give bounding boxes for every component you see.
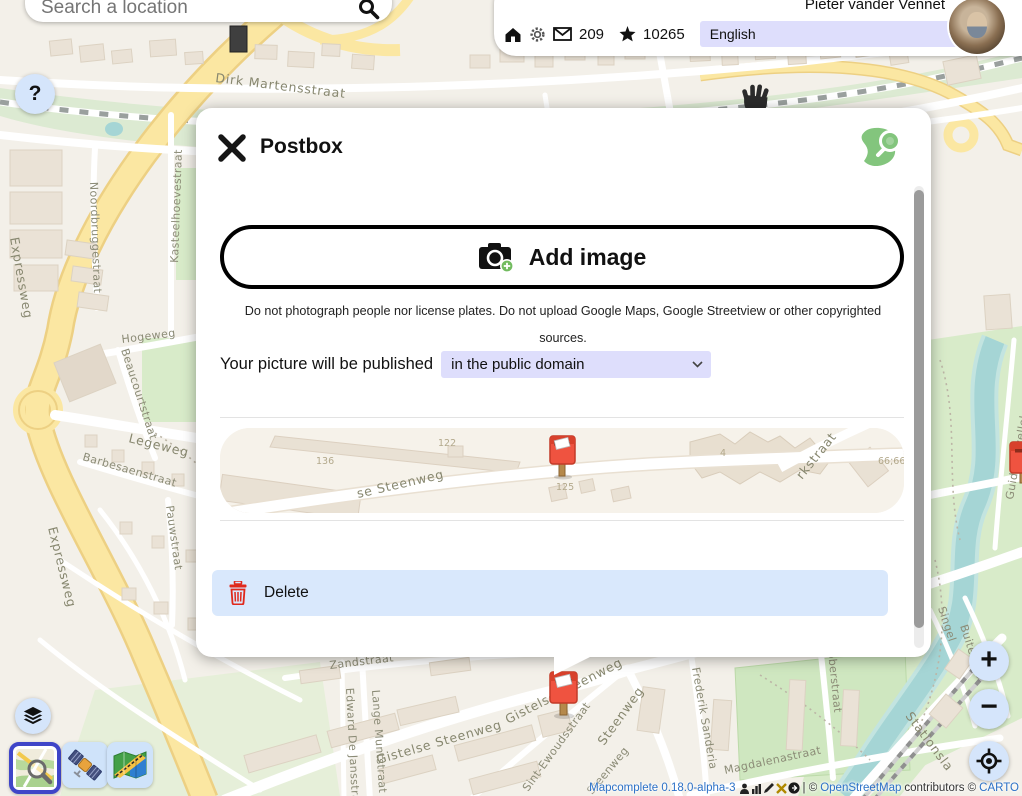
community-icon [788, 782, 800, 794]
zoom-out-label: − [980, 692, 998, 722]
image-disclaimer: Do not photograph people nor license pla… [232, 298, 894, 352]
house-number: 125 [556, 482, 574, 493]
close-icon[interactable] [218, 134, 246, 162]
attribution-icons [739, 782, 800, 794]
license-prefix: Your picture will be published [220, 355, 433, 374]
minimap-canvas: 122 136 se Steenweg 125 4 rkstraat 66;66 [220, 428, 904, 513]
language-value: English [710, 26, 756, 42]
house-number: 122 [438, 438, 456, 449]
help-label: ? [29, 82, 42, 106]
avatar[interactable] [949, 0, 1005, 54]
geolocate-button[interactable] [969, 741, 1009, 781]
license-value: in the public domain [451, 356, 584, 373]
zoom-in-button[interactable]: + [969, 641, 1009, 681]
theme-button-map[interactable] [107, 742, 153, 788]
dialog-scrollbar-thumb[interactable] [914, 190, 924, 628]
search-bar[interactable] [25, 0, 392, 22]
divider [220, 520, 904, 521]
layers-icon [21, 704, 45, 728]
osm-link[interactable]: OpenStreetMap [820, 782, 901, 794]
messages-count[interactable]: 209 [579, 26, 604, 43]
house-number: 4 [720, 448, 726, 459]
stars-count[interactable]: 10265 [643, 26, 685, 43]
carto-link[interactable]: CARTO [979, 782, 1019, 794]
house-number: 136 [316, 456, 334, 467]
satellite-icon [66, 746, 104, 784]
delete-button[interactable]: Delete [212, 570, 888, 616]
chevron-down-icon [692, 361, 703, 368]
contributor-icon [739, 783, 750, 794]
user-toolbar: 209 10265 English [504, 20, 998, 48]
theme-button-osm[interactable] [9, 742, 61, 794]
home-icon[interactable] [504, 26, 522, 43]
gear-icon[interactable] [529, 26, 546, 43]
folded-map-icon [111, 746, 149, 784]
crosshair-icon [976, 748, 1002, 774]
trash-icon [228, 581, 248, 605]
dialog-anchor [554, 656, 592, 675]
search-icon[interactable] [358, 0, 380, 20]
edit-pencil-icon [763, 782, 775, 794]
search-input[interactable] [25, 0, 358, 22]
attribution-bar: Mapcomplete 0.18.0-alpha-3 | © OpenStree… [589, 780, 1019, 796]
house-number: 66;66 [878, 456, 904, 467]
mapcomplete-version-link[interactable]: Mapcomplete 0.18.0-alpha-3 [589, 782, 735, 794]
mapcomplete-logo-icon [859, 126, 905, 168]
license-select[interactable]: in the public domain [441, 351, 711, 378]
layers-button[interactable] [15, 698, 51, 734]
add-image-button[interactable]: Add image [220, 225, 904, 289]
osm-map-icon [16, 749, 54, 787]
zoom-in-label: + [980, 645, 998, 675]
help-button[interactable]: ? [15, 74, 55, 114]
star-icon [619, 26, 636, 42]
language-select[interactable]: English [700, 21, 968, 47]
camera-add-icon [478, 241, 515, 273]
user-panel: Pieter vander Vennet 209 10265 English [494, 0, 1022, 56]
divider [220, 417, 904, 418]
license-row: Your picture will be published in the pu… [220, 351, 711, 378]
delete-label: Delete [264, 584, 309, 602]
dialog-scrollbar[interactable] [914, 186, 924, 648]
theme-button-satellite[interactable] [62, 742, 108, 788]
x-icon [776, 783, 787, 794]
postbox-dialog: Postbox Add image Do not photograph peop… [196, 108, 931, 657]
mapcomplete-app: Dirk Martensstraat Jan Br Benoitlaan Noo… [0, 0, 1022, 796]
mail-icon[interactable] [553, 27, 572, 41]
minimap[interactable]: 122 136 se Steenweg 125 4 rkstraat 66;66 [220, 428, 904, 513]
stats-icon [751, 783, 762, 794]
add-image-label: Add image [529, 244, 647, 271]
attribution-divider: | © [803, 782, 818, 794]
zoom-out-button[interactable]: − [969, 689, 1009, 729]
dialog-title: Postbox [260, 135, 343, 159]
user-name[interactable]: Pieter vander Vennet [805, 0, 945, 13]
osm-contributors: contributors © [904, 782, 976, 794]
